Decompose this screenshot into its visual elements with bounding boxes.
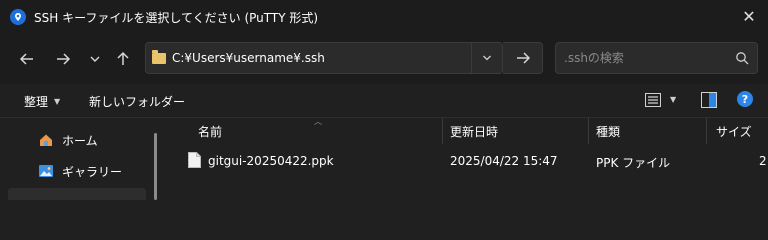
sidebar-item-gallery[interactable]: ギャラリー bbox=[38, 161, 122, 181]
navigation-bar: C:¥Users¥username¥.ssh bbox=[0, 34, 768, 84]
help-icon[interactable]: ? bbox=[737, 91, 753, 107]
navigation-pane: ホーム ギャラリー bbox=[0, 118, 162, 200]
column-header-label: 種類 bbox=[596, 124, 621, 139]
close-icon[interactable]: ✕ bbox=[738, 6, 760, 28]
sidebar-scrollbar[interactable] bbox=[154, 133, 157, 200]
address-bar[interactable]: C:¥Users¥username¥.ssh bbox=[145, 42, 503, 74]
column-header-label: 名前 bbox=[198, 124, 223, 139]
arrow-left-icon bbox=[19, 53, 33, 65]
forward-button[interactable] bbox=[50, 46, 76, 72]
home-icon bbox=[40, 134, 52, 146]
file-icon bbox=[188, 152, 201, 168]
new-folder-label: 新しいフォルダー bbox=[89, 95, 186, 109]
organize-label: 整理 bbox=[24, 95, 49, 109]
window-title: SSH キーファイルを選択してください (PuTTY 形式) bbox=[34, 10, 319, 25]
sidebar-item-label: ホーム bbox=[62, 133, 98, 148]
arrow-right-icon bbox=[516, 52, 530, 64]
column-header-modified[interactable]: 更新日時 bbox=[450, 118, 498, 144]
up-button[interactable] bbox=[110, 46, 136, 72]
column-divider[interactable] bbox=[706, 118, 707, 144]
sidebar-item-home[interactable]: ホーム bbox=[38, 130, 98, 150]
sort-ascending-icon: ︿ bbox=[314, 117, 322, 126]
sidebar-item-label: ギャラリー bbox=[62, 164, 123, 179]
column-header-label: サイズ bbox=[716, 124, 752, 139]
sidebar-item-selected[interactable] bbox=[8, 188, 146, 200]
file-open-dialog: SSH キーファイルを選択してください (PuTTY 形式) ✕ C:¥User… bbox=[0, 0, 768, 200]
chevron-down-icon bbox=[90, 56, 100, 62]
arrow-up-icon bbox=[117, 51, 129, 65]
new-folder-button[interactable]: 新しいフォルダー bbox=[89, 93, 185, 110]
view-options-icon[interactable] bbox=[645, 93, 661, 107]
file-list: ︿ 名前 更新日時 種類 サイズ gitgui-20250422.ppk 202… bbox=[162, 117, 768, 200]
file-name[interactable]: gitgui-20250422.ppk bbox=[208, 154, 334, 168]
preview-pane-icon[interactable] bbox=[701, 92, 717, 108]
column-header-name[interactable]: 名前 bbox=[198, 118, 222, 144]
file-type: PPK ファイル bbox=[596, 156, 671, 170]
column-divider[interactable] bbox=[442, 118, 443, 144]
go-button[interactable] bbox=[503, 42, 543, 74]
title-bar: SSH キーファイルを選択してください (PuTTY 形式) ✕ bbox=[0, 0, 768, 34]
recent-locations-button[interactable] bbox=[82, 46, 108, 72]
address-history-button[interactable] bbox=[471, 43, 502, 73]
search-input[interactable] bbox=[564, 51, 724, 65]
chevron-down-icon bbox=[483, 55, 491, 61]
putty-app-icon bbox=[10, 9, 26, 25]
column-header-size[interactable]: サイズ bbox=[716, 118, 752, 144]
search-box[interactable] bbox=[555, 42, 758, 74]
command-bar: 整理 ▼ 新しいフォルダー ▼ ? bbox=[0, 84, 768, 118]
folder-icon bbox=[152, 49, 166, 64]
gallery-icon bbox=[39, 165, 53, 177]
column-divider[interactable] bbox=[588, 118, 589, 144]
address-path: C:¥Users¥username¥.ssh bbox=[172, 51, 325, 65]
arrow-right-icon bbox=[57, 53, 71, 65]
column-header-label: 更新日時 bbox=[450, 124, 499, 139]
caret-down-icon: ▼ bbox=[54, 97, 61, 106]
search-icon bbox=[736, 52, 749, 65]
back-button[interactable] bbox=[14, 46, 40, 72]
caret-down-icon[interactable]: ▼ bbox=[670, 95, 676, 104]
file-size: 2 bbox=[759, 154, 767, 168]
file-modified: 2025/04/22 15:47 bbox=[450, 154, 558, 168]
organize-menu-button[interactable]: 整理 ▼ bbox=[24, 93, 60, 110]
column-header-type[interactable]: 種類 bbox=[596, 118, 620, 144]
